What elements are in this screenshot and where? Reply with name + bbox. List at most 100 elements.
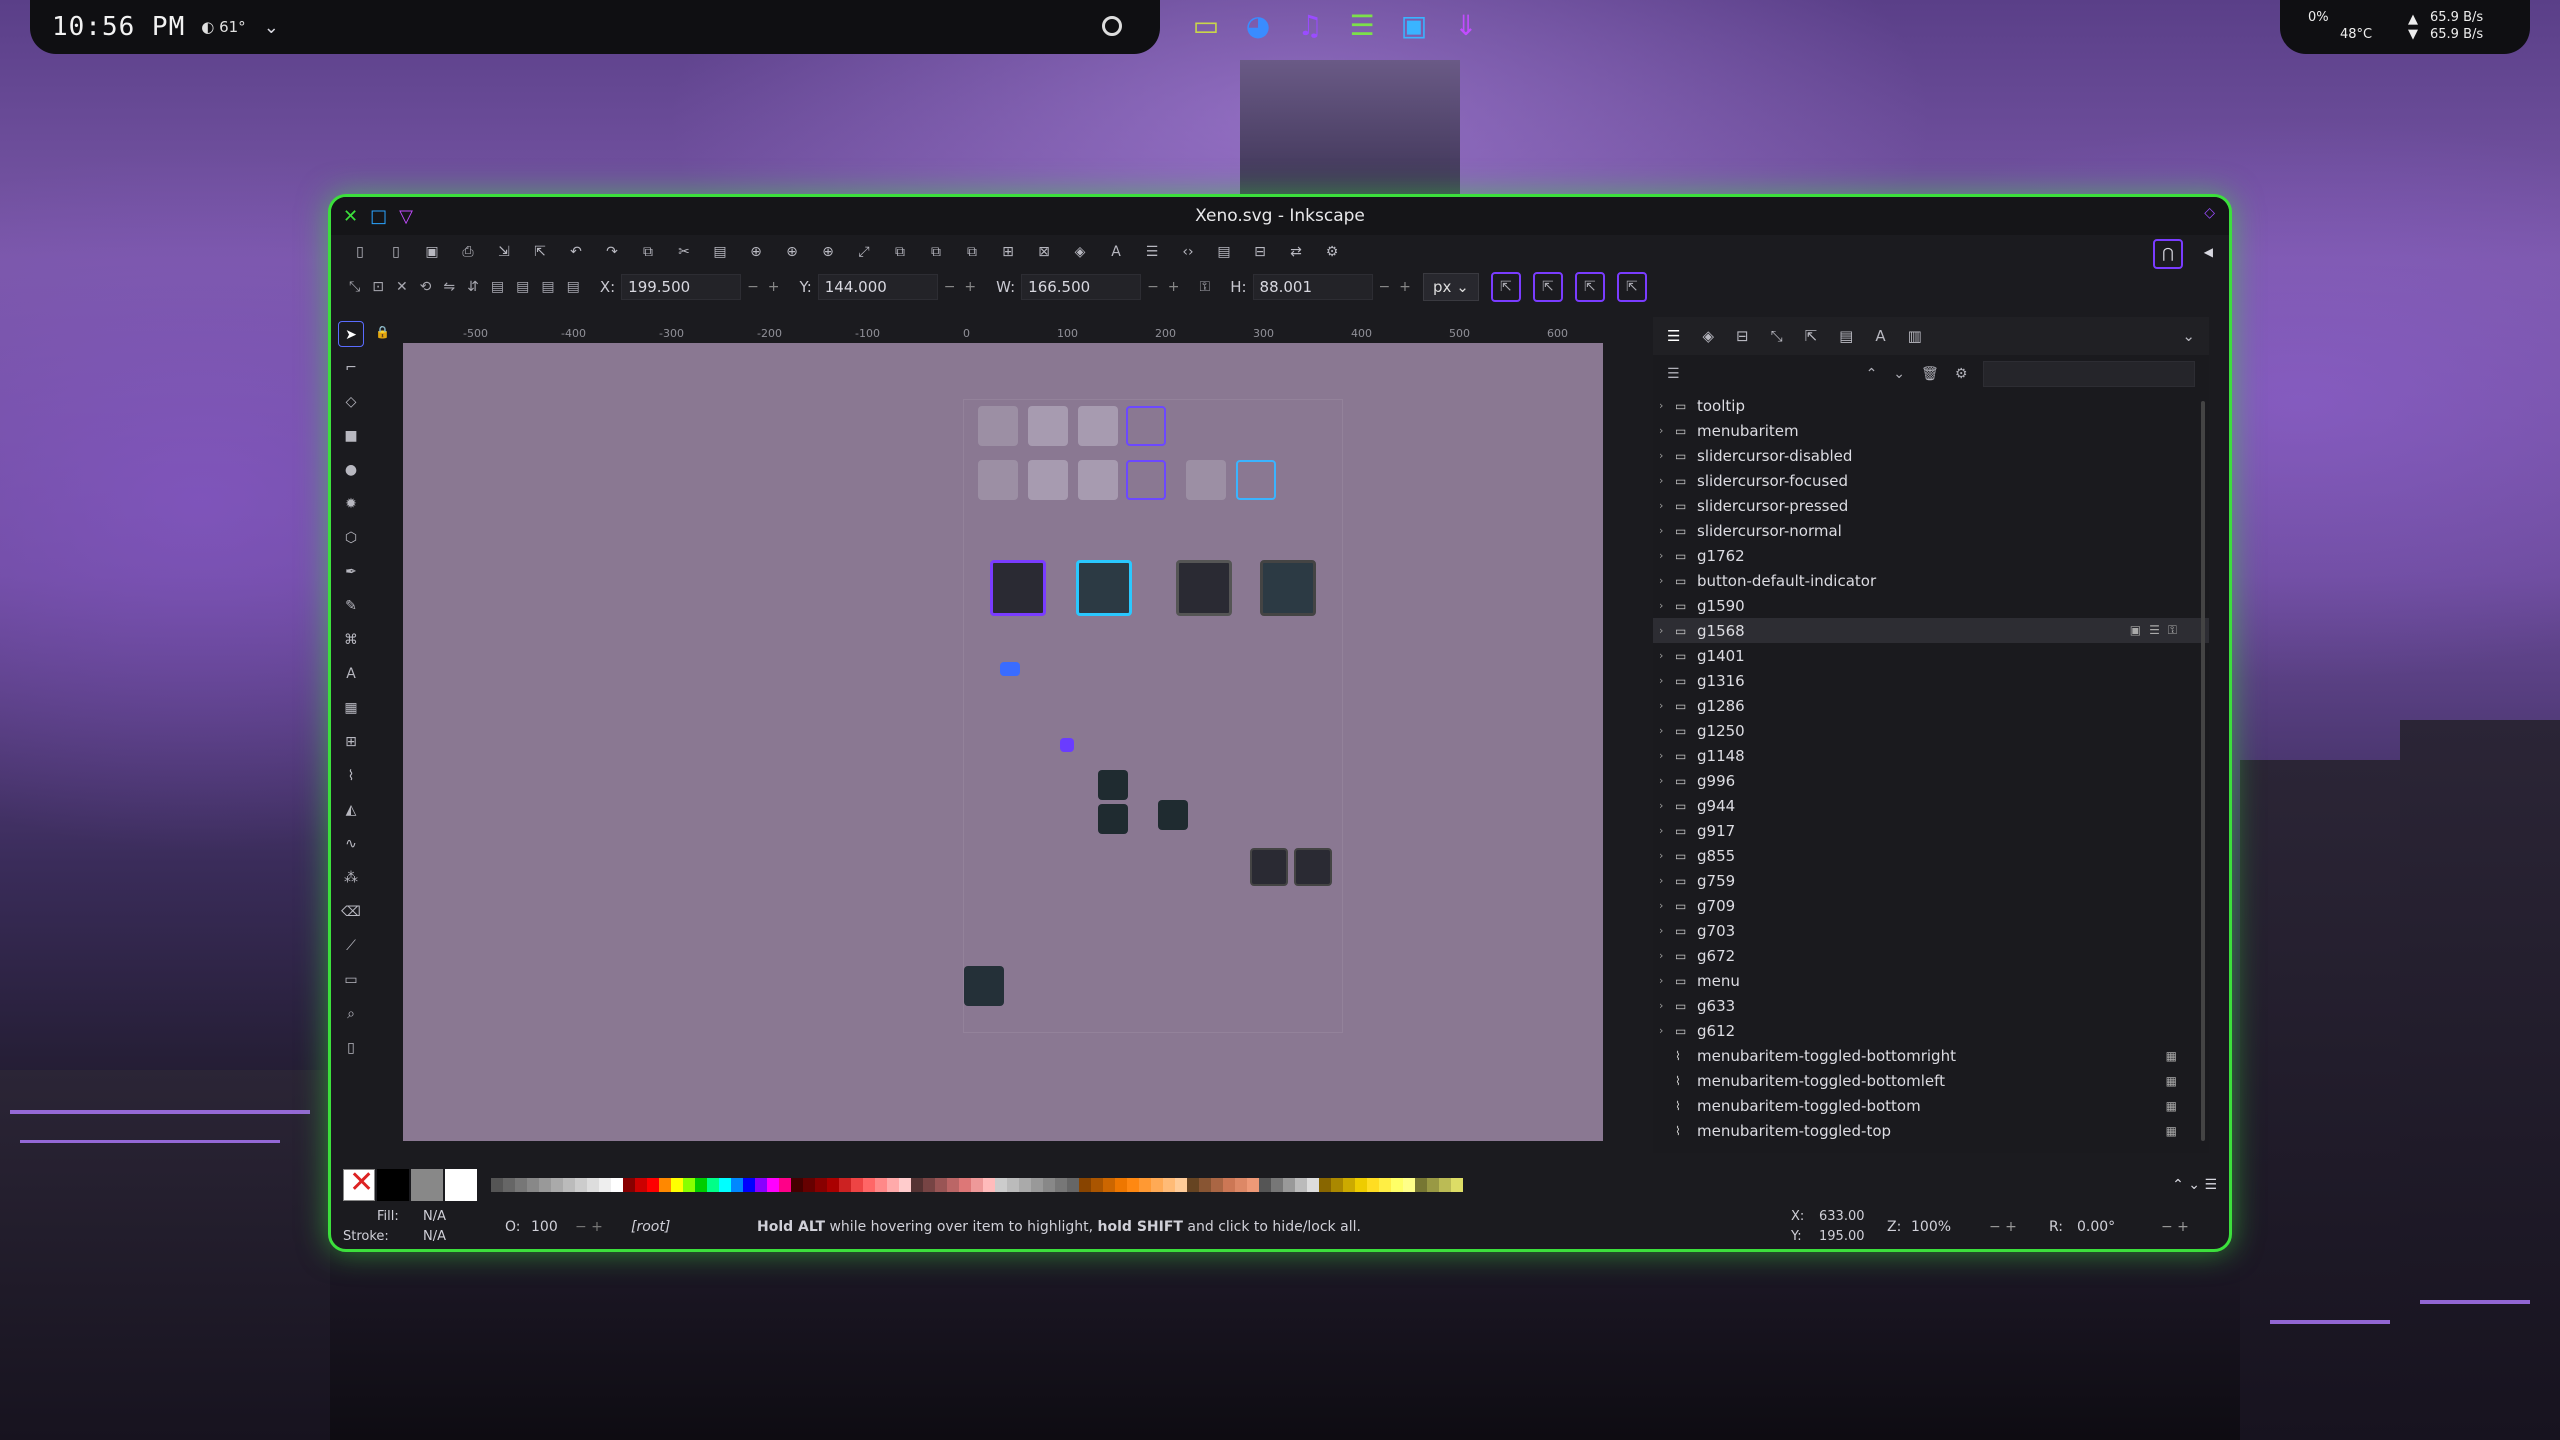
zoom-width-icon[interactable]: ⤢ (853, 244, 875, 260)
expand-chevron-icon[interactable]: › (1659, 924, 1675, 937)
expand-chevron-icon[interactable]: › (1659, 899, 1675, 912)
copy-icon[interactable]: ⧉ (637, 244, 659, 260)
expand-chevron-icon[interactable]: › (1659, 824, 1675, 837)
expand-chevron-icon[interactable]: › (1659, 424, 1675, 437)
layer-row[interactable]: › ▭ button-default-indicator (1653, 568, 2209, 593)
zoom-value[interactable]: 100% (1911, 1219, 1951, 1235)
palette-swatch[interactable] (1031, 1178, 1043, 1192)
h-stepper[interactable]: − + (1379, 279, 1411, 295)
layer-row[interactable]: › ▭ g1401 (1653, 643, 2209, 668)
palette-swatch[interactable] (1055, 1178, 1067, 1192)
layer-row[interactable]: › ▭ g1316 (1653, 668, 2209, 693)
palette-swatch[interactable] (911, 1178, 923, 1192)
palette-swatch[interactable] (791, 1178, 803, 1192)
expand-chevron-icon[interactable]: › (1659, 599, 1675, 612)
palette-swatch[interactable] (659, 1178, 671, 1192)
layer-row[interactable]: › ▭ g709 (1653, 893, 2209, 918)
scale-stroke-button[interactable]: ⇱ (1490, 272, 1521, 302)
redo-icon[interactable]: ↷ (601, 244, 623, 260)
layer-row[interactable]: › ▭ g633 (1653, 993, 2209, 1018)
palette-swatch[interactable] (779, 1178, 791, 1192)
tab-text-icon[interactable]: A (1875, 327, 1885, 345)
text-font-icon[interactable]: A (1105, 244, 1127, 260)
clip-icon[interactable]: ▦ (2166, 1049, 2185, 1063)
palette-swatch[interactable] (1403, 1178, 1415, 1192)
palette-swatch[interactable] (1043, 1178, 1055, 1192)
tab-document-icon[interactable]: ▤ (1839, 327, 1853, 345)
layer-row[interactable]: › ▭ slidercursor-focused (1653, 468, 2209, 493)
layer-row[interactable]: › ▭ tooltip (1653, 393, 2209, 418)
clip-icon[interactable]: ▦ (2166, 1099, 2185, 1113)
x-input[interactable] (621, 274, 742, 300)
palette-swatch[interactable] (887, 1178, 899, 1192)
palette-swatch[interactable] (1307, 1178, 1319, 1192)
tab-align-icon[interactable]: ⊟ (1736, 327, 1749, 345)
palette-swatch[interactable] (1355, 1178, 1367, 1192)
palette-swatch[interactable] (1019, 1178, 1031, 1192)
palette-swatch[interactable] (647, 1178, 659, 1192)
layer-row[interactable]: › ▭ g703 (1653, 918, 2209, 943)
palette-swatch[interactable] (1187, 1178, 1199, 1192)
raise-icon[interactable]: ▤ (491, 279, 504, 295)
layer-row[interactable]: ⌇ menubaritem-toggled-bottom ▦ (1653, 1093, 2209, 1118)
spray-tool-icon[interactable]: ⁂ (338, 865, 364, 891)
print-icon[interactable]: ⎙ (457, 244, 479, 260)
layer-row[interactable]: › ▭ g1148 (1653, 743, 2209, 768)
palette-swatch[interactable] (971, 1178, 983, 1192)
palette-swatch[interactable] (563, 1178, 575, 1192)
palette-swatch[interactable] (947, 1178, 959, 1192)
white-swatch[interactable] (445, 1169, 477, 1201)
layer-row[interactable]: › ▭ slidercursor-pressed (1653, 493, 2209, 518)
text-tool-icon[interactable]: A (338, 661, 364, 687)
palette-swatch[interactable] (959, 1178, 971, 1192)
current-layer[interactable]: [root] (631, 1219, 670, 1235)
palette-swatch[interactable] (743, 1178, 755, 1192)
palette-swatch[interactable] (1391, 1178, 1403, 1192)
palette-swatch[interactable] (851, 1178, 863, 1192)
save-icon[interactable]: ▣ (421, 244, 443, 260)
w-input[interactable] (1021, 274, 1142, 300)
expand-chevron-icon[interactable]: › (1659, 624, 1675, 637)
palette-swatch[interactable] (719, 1178, 731, 1192)
clock[interactable]: 10:56 PM (52, 12, 185, 42)
palette-swatch[interactable] (1151, 1178, 1163, 1192)
palette-swatch[interactable] (1331, 1178, 1343, 1192)
lock-guides-icon[interactable]: 🔒 (375, 325, 390, 339)
palette-swatch[interactable] (1007, 1178, 1019, 1192)
palette-swatch[interactable] (731, 1178, 743, 1192)
settings-icon[interactable]: ⚙ (1955, 366, 1968, 382)
folder-icon[interactable]: ▭ (1190, 10, 1222, 42)
palette-swatch[interactable] (827, 1178, 839, 1192)
palette-swatch[interactable] (1295, 1178, 1307, 1192)
move-patterns-button[interactable]: ⇱ (1616, 272, 1647, 302)
layer-row[interactable]: › ▭ g1250 (1653, 718, 2209, 743)
tab-fill-stroke-icon[interactable]: ◈ (1702, 327, 1714, 345)
gradient-tool-icon[interactable]: ▦ (338, 695, 364, 721)
expand-chevron-icon[interactable]: › (1659, 749, 1675, 762)
unlink-clone-icon[interactable]: ⧉ (961, 244, 983, 260)
palette-swatch[interactable] (923, 1178, 935, 1192)
palette-swatch[interactable] (539, 1178, 551, 1192)
layer-row[interactable]: › ▭ g996 (1653, 768, 2209, 793)
palette-swatch[interactable] (635, 1178, 647, 1192)
tab-layers-objects-icon[interactable]: ☰ (1667, 327, 1680, 345)
palette-swatch[interactable] (623, 1178, 635, 1192)
unit-select[interactable]: px ⌄ (1422, 273, 1479, 301)
raise-top-icon[interactable]: ▤ (541, 279, 554, 295)
layer-row[interactable]: › ▭ menubaritem (1653, 418, 2209, 443)
rect-tool-icon[interactable]: ■ (338, 423, 364, 449)
tab-properties-icon[interactable]: ▥ (1908, 327, 1922, 345)
tab-export-icon[interactable]: ⇱ (1805, 327, 1818, 345)
snap-button[interactable]: ⋂ (2153, 239, 2183, 269)
palette-swatch[interactable] (1427, 1178, 1439, 1192)
layer-row[interactable]: › ▭ g672 (1653, 943, 2209, 968)
undo-icon[interactable]: ↶ (565, 244, 587, 260)
palette-swatch[interactable] (875, 1178, 887, 1192)
rotate-value[interactable]: 0.00° (2077, 1219, 2115, 1235)
palette-swatch[interactable] (671, 1178, 683, 1192)
clone-icon[interactable]: ⧉ (925, 244, 947, 260)
layer-row[interactable]: › ▭ g1590 (1653, 593, 2209, 618)
new-document-icon[interactable]: ▯ (349, 244, 371, 260)
search-input[interactable] (1983, 361, 2195, 387)
flip-h-icon[interactable]: ⇋ (443, 279, 455, 295)
